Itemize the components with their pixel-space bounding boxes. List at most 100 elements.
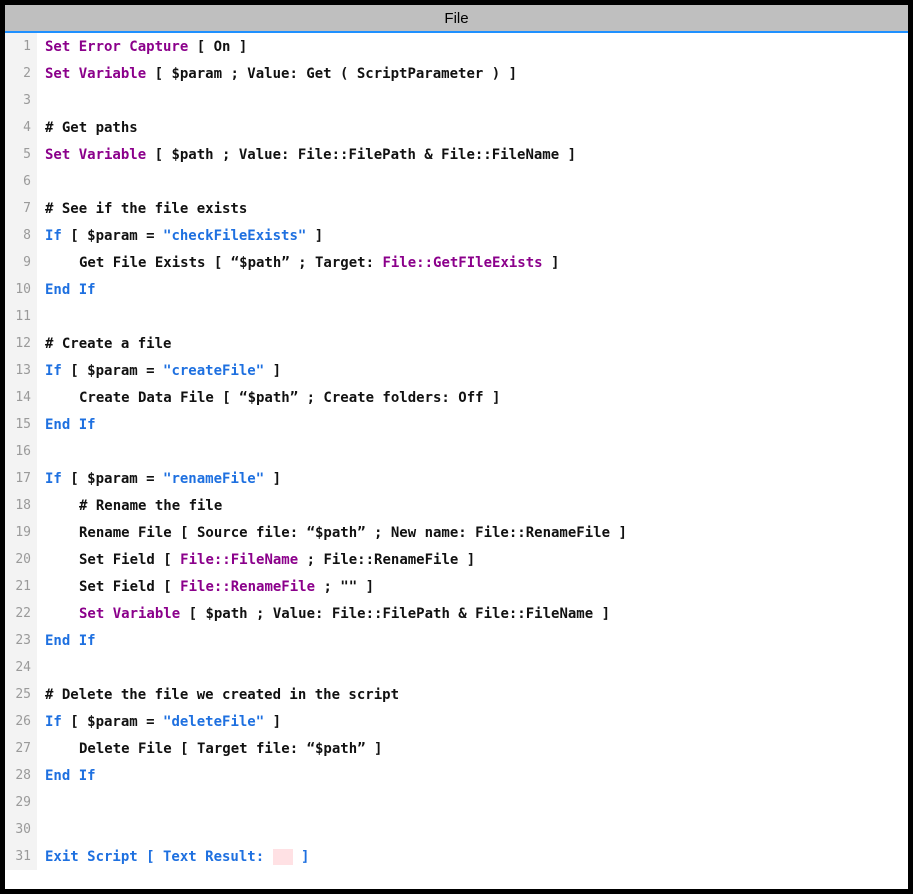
code-content[interactable] xyxy=(37,816,908,843)
token-normal: Set Field [ xyxy=(79,552,180,568)
code-line[interactable]: 2Set Variable [ $param ; Value: Get ( Sc… xyxy=(5,60,908,87)
code-content[interactable]: End If xyxy=(37,411,908,438)
code-content[interactable]: Set Variable [ $path ; Value: File::File… xyxy=(37,141,908,168)
code-line[interactable]: 21Set Field [ File::RenameFile ; "" ] xyxy=(5,573,908,600)
code-content[interactable]: If [ $param = "checkFileExists" ] xyxy=(37,222,908,249)
token-normal: Set Field [ xyxy=(79,579,180,595)
code-line[interactable]: 12# Create a file xyxy=(5,330,908,357)
line-number: 5 xyxy=(5,141,37,168)
token-kw-ctrl: End If xyxy=(45,417,96,433)
code-content[interactable]: Set Field [ File::RenameFile ; "" ] xyxy=(37,573,908,600)
line-number: 8 xyxy=(5,222,37,249)
token-comment: # Create a file xyxy=(45,336,171,352)
token-comment: # Get paths xyxy=(45,120,138,136)
token-normal: [ $param = xyxy=(62,228,163,244)
token-normal: ] xyxy=(264,471,281,487)
token-kw-ctrl: End If xyxy=(45,768,96,784)
token-field: File::FileName xyxy=(180,552,298,568)
code-line[interactable]: 6 xyxy=(5,168,908,195)
code-content[interactable]: If [ $param = "createFile" ] xyxy=(37,357,908,384)
code-content[interactable]: Exit Script [ Text Result: ] xyxy=(37,843,908,870)
code-content[interactable]: # See if the file exists xyxy=(37,195,908,222)
code-content[interactable]: # Delete the file we created in the scri… xyxy=(37,681,908,708)
code-line[interactable]: 20Set Field [ File::FileName ; File::Ren… xyxy=(5,546,908,573)
line-number: 22 xyxy=(5,600,37,627)
code-content[interactable] xyxy=(37,438,908,465)
code-content[interactable] xyxy=(37,654,908,681)
token-comment: # Delete the file we created in the scri… xyxy=(45,687,399,703)
token-kw-ctrl: If xyxy=(45,228,62,244)
token-normal: [ $path ; Value: File::FilePath & File::… xyxy=(146,147,576,163)
code-content[interactable]: # Get paths xyxy=(37,114,908,141)
token-normal: [ $param = xyxy=(62,714,163,730)
code-line[interactable]: 24 xyxy=(5,654,908,681)
code-line[interactable]: 23End If xyxy=(5,627,908,654)
code-line[interactable]: 29 xyxy=(5,789,908,816)
code-line[interactable]: 7# See if the file exists xyxy=(5,195,908,222)
token-normal: Rename File [ Source file: “$path” ; New… xyxy=(79,525,627,541)
token-normal: [ $param = xyxy=(62,471,163,487)
line-number: 7 xyxy=(5,195,37,222)
code-line[interactable]: 3 xyxy=(5,87,908,114)
code-line[interactable]: 26If [ $param = "deleteFile" ] xyxy=(5,708,908,735)
code-line[interactable]: 15 End If xyxy=(5,411,908,438)
code-line[interactable]: 28 End If xyxy=(5,762,908,789)
code-content[interactable] xyxy=(37,303,908,330)
code-line[interactable]: 30 xyxy=(5,816,908,843)
code-content[interactable] xyxy=(37,789,908,816)
code-content[interactable]: Get File Exists [ “$path” ; Target: File… xyxy=(37,249,908,276)
code-line[interactable]: 17If [ $param = "renameFile" ] xyxy=(5,465,908,492)
token-str: "checkFileExists" xyxy=(163,228,306,244)
code-content[interactable]: End If xyxy=(37,276,908,303)
code-line[interactable]: 10End If xyxy=(5,276,908,303)
line-number: 2 xyxy=(5,60,37,87)
line-number: 28 xyxy=(5,762,37,789)
code-line[interactable]: 8If [ $param = "checkFileExists" ] xyxy=(5,222,908,249)
token-kw-ctrl: If xyxy=(45,363,62,379)
code-content[interactable]: # Create a file xyxy=(37,330,908,357)
code-content[interactable]: Set Variable [ $param ; Value: Get ( Scr… xyxy=(37,60,908,87)
token-comment: # Rename the file xyxy=(79,498,222,514)
code-line[interactable]: 11 xyxy=(5,303,908,330)
code-line[interactable]: 16 xyxy=(5,438,908,465)
code-line[interactable]: 27Delete File [ Target file: “$path” ] xyxy=(5,735,908,762)
token-kw-set: Set Variable xyxy=(45,147,146,163)
code-line[interactable]: 25# Delete the file we created in the sc… xyxy=(5,681,908,708)
token-kw-set: Set Variable xyxy=(45,66,146,82)
code-editor[interactable]: 1Set Error Capture [ On ]2Set Variable [… xyxy=(5,33,908,889)
code-line[interactable]: 5Set Variable [ $path ; Value: File::Fil… xyxy=(5,141,908,168)
code-content[interactable] xyxy=(37,87,908,114)
code-content[interactable]: If [ $param = "renameFile" ] xyxy=(37,465,908,492)
line-number: 19 xyxy=(5,519,37,546)
code-content[interactable]: # Rename the file xyxy=(37,492,908,519)
token-kw-set: Set Error Capture xyxy=(45,39,188,55)
token-normal: ; "" ] xyxy=(315,579,374,595)
code-content[interactable]: If [ $param = "deleteFile" ] xyxy=(37,708,908,735)
code-content[interactable]: Delete File [ Target file: “$path” ] xyxy=(37,735,908,762)
code-line[interactable]: 9Get File Exists [ “$path” ; Target: Fil… xyxy=(5,249,908,276)
code-content[interactable]: End If xyxy=(37,627,908,654)
token-normal: ] xyxy=(264,363,281,379)
code-line[interactable]: 31Exit Script [ Text Result: ] xyxy=(5,843,908,870)
line-number: 15 xyxy=(5,411,37,438)
code-line[interactable]: 19 Rename File [ Source file: “$path” ; N… xyxy=(5,519,908,546)
token-normal: [ $path ; Value: File::FilePath & File::… xyxy=(180,606,610,622)
code-content[interactable]: End If xyxy=(37,762,908,789)
code-line[interactable]: 14Create Data File [ “$path” ; Create fo… xyxy=(5,384,908,411)
code-content[interactable]: Create Data File [ “$path” ; Create fold… xyxy=(37,384,908,411)
token-kw-ctrl: If xyxy=(45,714,62,730)
code-content[interactable] xyxy=(37,168,908,195)
line-number: 18 xyxy=(5,492,37,519)
code-line[interactable]: 4# Get paths xyxy=(5,114,908,141)
code-content[interactable]: Set Field [ File::FileName ; File::Renam… xyxy=(37,546,908,573)
code-content[interactable]: Set Error Capture [ On ] xyxy=(37,33,908,60)
code-line[interactable]: 1Set Error Capture [ On ] xyxy=(5,33,908,60)
line-number: 31 xyxy=(5,843,37,870)
code-line[interactable]: 13If [ $param = "createFile" ] xyxy=(5,357,908,384)
code-content[interactable]: Set Variable [ $path ; Value: File::File… xyxy=(37,600,908,627)
line-number: 20 xyxy=(5,546,37,573)
token-field: File::GetFIleExists xyxy=(382,255,542,271)
code-line[interactable]: 22Set Variable [ $path ; Value: File::Fi… xyxy=(5,600,908,627)
code-line[interactable]: 18 # Rename the file xyxy=(5,492,908,519)
code-content[interactable]: Rename File [ Source file: “$path” ; New… xyxy=(37,519,908,546)
